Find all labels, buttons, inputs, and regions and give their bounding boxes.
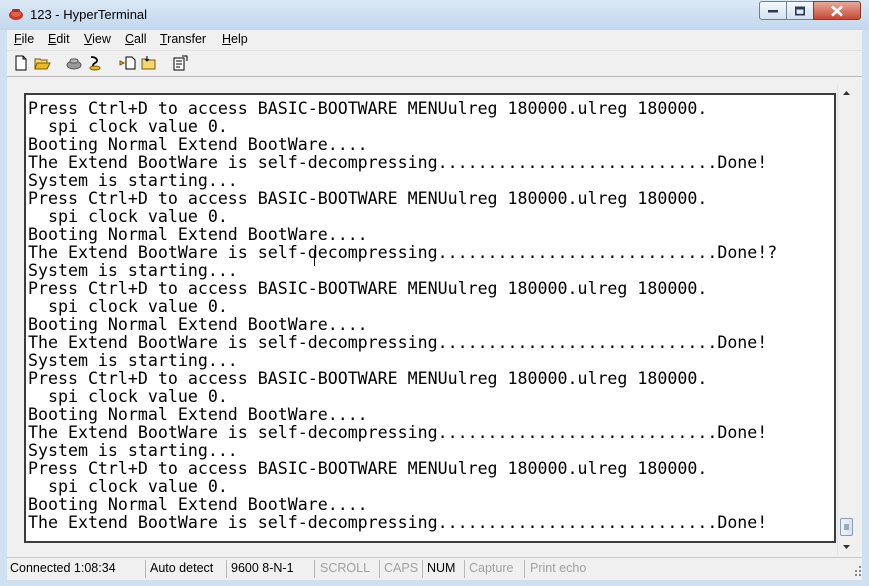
terminal-line: spi clock value 0. — [28, 117, 228, 136]
terminal-line: The Extend BootWare is self-decompressin… — [28, 333, 768, 352]
resize-grip[interactable] — [852, 564, 862, 576]
scroll-up-button[interactable] — [840, 87, 853, 97]
terminal-line: The Extend BootWare is self-decompressin… — [28, 153, 768, 172]
terminal-frame: Press Ctrl+D to access BASIC-BOOTWARE ME… — [7, 77, 862, 557]
terminal-line: System is starting... — [28, 171, 238, 190]
terminal-line: Press Ctrl+D to access BASIC-BOOTWARE ME… — [28, 459, 708, 478]
chevron-down-icon — [843, 545, 850, 549]
terminal-line: System is starting... — [28, 351, 238, 370]
status-capture: Capture — [465, 560, 525, 578]
terminal-line: spi clock value 0. — [28, 387, 228, 406]
connect-button[interactable] — [63, 54, 83, 73]
scroll-down-button[interactable] — [840, 541, 853, 551]
terminal-line: Booting Normal Extend BootWare.... — [28, 495, 368, 514]
terminal-line: System is starting... — [28, 261, 238, 280]
receive-button[interactable] — [138, 54, 158, 73]
maximize-button[interactable] — [786, 1, 814, 20]
close-icon — [831, 5, 843, 16]
terminal-line: spi clock value 0. — [28, 297, 228, 316]
vertical-scrollbar[interactable] — [837, 85, 856, 555]
menu-bar: File Edit View Call Transfer Help — [7, 30, 862, 51]
text-cursor — [314, 250, 315, 266]
new-icon — [15, 55, 27, 71]
open-icon — [34, 58, 51, 70]
status-caps: CAPS — [380, 560, 423, 578]
window-title: 123 - HyperTerminal — [30, 7, 148, 22]
close-button[interactable] — [813, 1, 861, 20]
scroll-thumb[interactable] — [840, 518, 853, 536]
terminal-line: Press Ctrl+D to access BASIC-BOOTWARE ME… — [28, 279, 708, 298]
terminal-line: Booting Normal Extend BootWare.... — [28, 225, 368, 244]
menu-view[interactable]: View — [84, 32, 111, 46]
minimize-button[interactable] — [759, 1, 787, 20]
receive-icon — [141, 56, 156, 70]
toolbar — [7, 51, 862, 77]
properties-icon — [173, 55, 188, 71]
terminal-line: spi clock value 0. — [28, 477, 228, 496]
terminal-line: Press Ctrl+D to access BASIC-BOOTWARE ME… — [28, 369, 708, 388]
maximize-icon — [795, 6, 805, 15]
open-button[interactable] — [32, 54, 52, 73]
minimize-icon — [768, 9, 778, 12]
disconnect-button[interactable] — [85, 54, 105, 73]
terminal-line: Press Ctrl+D to access BASIC-BOOTWARE ME… — [28, 189, 708, 208]
terminal-line: The Extend BootWare is self-decompressin… — [28, 513, 768, 532]
status-num: NUM — [423, 560, 465, 578]
chevron-up-icon — [843, 91, 850, 95]
status-print-echo: Print echo — [530, 561, 587, 575]
menu-file[interactable]: File — [14, 32, 34, 46]
terminal-line: The Extend BootWare is self-decompressin… — [28, 243, 778, 262]
terminal-line: Press Ctrl+D to access BASIC-BOOTWARE ME… — [28, 99, 708, 118]
terminal-screen[interactable]: Press Ctrl+D to access BASIC-BOOTWARE ME… — [24, 93, 836, 543]
terminal-line: System is starting... — [28, 441, 238, 460]
status-connected: Connected 1:08:34 — [7, 560, 146, 578]
terminal-output: Press Ctrl+D to access BASIC-BOOTWARE ME… — [28, 100, 777, 532]
terminal-line: The Extend BootWare is self-decompressin… — [28, 423, 768, 442]
menu-transfer[interactable]: Transfer — [160, 32, 206, 46]
properties-button[interactable] — [170, 54, 190, 73]
terminal-line: Booting Normal Extend BootWare.... — [28, 135, 368, 154]
disconnect-icon — [89, 56, 101, 71]
send-button[interactable] — [117, 54, 137, 73]
terminal-line: Booting Normal Extend BootWare.... — [28, 315, 368, 334]
status-detect: Auto detect — [146, 560, 227, 578]
status-bar: Connected 1:08:34 Auto detect 9600 8-N-1… — [7, 557, 862, 580]
menu-call[interactable]: Call — [125, 32, 147, 46]
terminal-line: Booting Normal Extend BootWare.... — [28, 405, 368, 424]
status-settings: 9600 8-N-1 — [227, 560, 315, 578]
title-bar[interactable]: 123 - HyperTerminal — [0, 0, 869, 30]
status-scroll: SCROLL — [315, 560, 380, 578]
terminal-line: spi clock value 0. — [28, 207, 228, 226]
send-icon — [119, 56, 136, 70]
grip-lines-icon — [844, 524, 849, 530]
resize-grip-icon — [855, 566, 861, 576]
connect-icon — [66, 58, 82, 70]
menu-edit[interactable]: Edit — [48, 32, 70, 46]
menu-help[interactable]: Help — [222, 32, 248, 46]
new-connection-button[interactable] — [11, 54, 31, 73]
hyperterminal-phone-icon[interactable] — [8, 6, 24, 22]
